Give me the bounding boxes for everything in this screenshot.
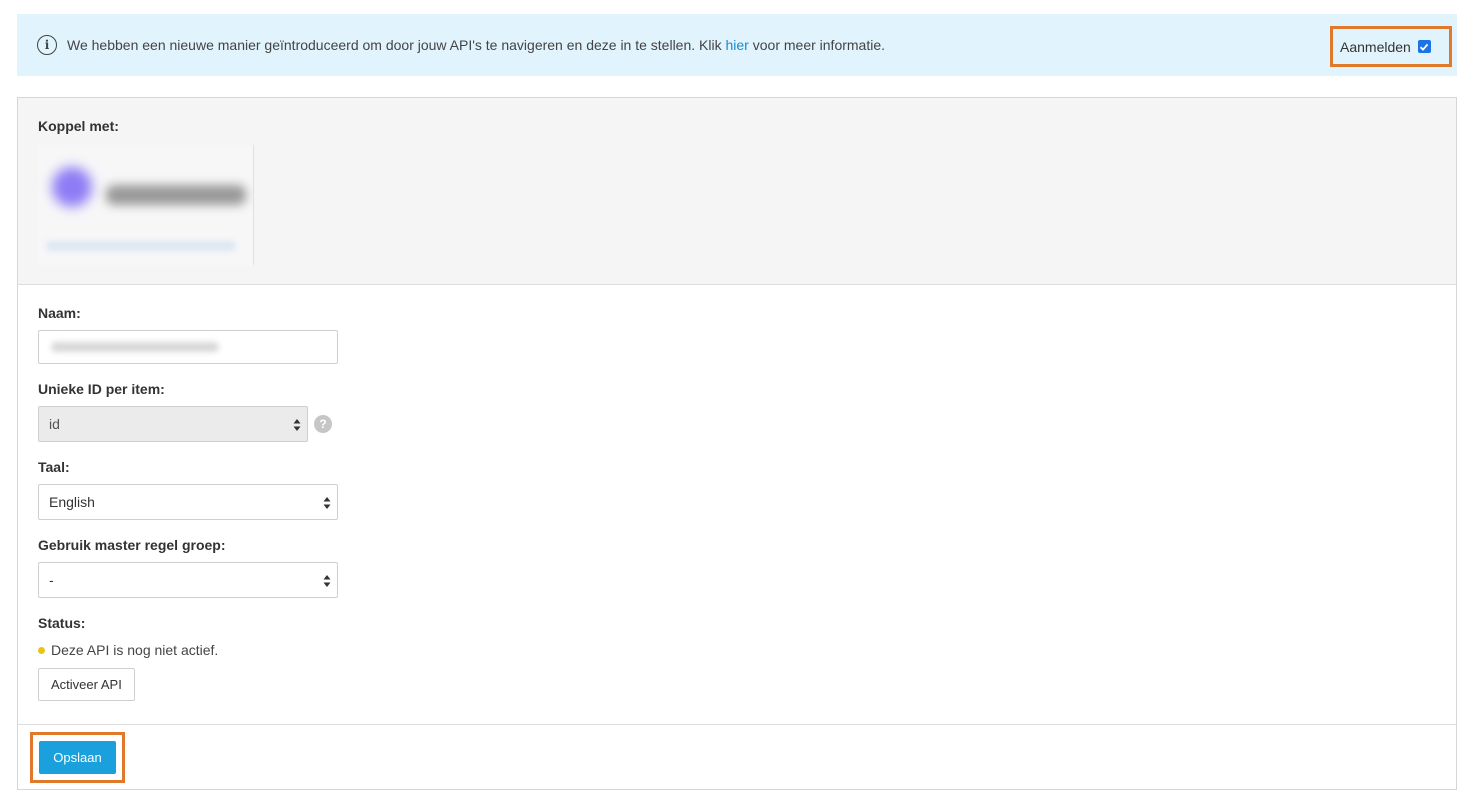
save-button[interactable]: Opslaan [39, 741, 116, 774]
name-input[interactable] [38, 330, 338, 364]
check-icon [1420, 43, 1429, 51]
status-text: Deze API is nog niet actief. [51, 642, 219, 658]
logo-caption [46, 241, 236, 251]
optin-label: Aanmelden [1340, 38, 1411, 55]
unique-id-label: Unieke ID per item: [38, 381, 165, 397]
logo-mark [52, 167, 92, 207]
name-value-redacted [51, 342, 219, 352]
sort-icon [323, 575, 331, 587]
connected-app-logo[interactable] [38, 145, 254, 265]
connect-label: Koppel met: [38, 118, 119, 134]
help-icon[interactable]: ? [314, 415, 332, 433]
settings-form: Naam: Unieke ID per item: id ? Taal: Eng… [18, 285, 1456, 701]
name-field-group: Naam: [38, 305, 1436, 364]
info-banner: i We hebben een nieuwe manier geïntroduc… [17, 14, 1457, 76]
sort-icon [323, 497, 331, 509]
master-rule-label: Gebruik master regel groep: [38, 537, 226, 553]
info-icon: i [37, 35, 57, 55]
activate-api-button[interactable]: Activeer API [38, 668, 135, 701]
master-rule-value: - [49, 572, 54, 588]
master-rule-field-group: Gebruik master regel groep: - [38, 537, 1436, 598]
language-label: Taal: [38, 459, 70, 475]
language-field-group: Taal: English [38, 459, 1436, 520]
optin-control[interactable]: Aanmelden [1330, 26, 1452, 67]
connect-section: Koppel met: [18, 98, 1456, 285]
master-rule-select[interactable]: - [38, 562, 338, 598]
banner-message: We hebben een nieuwe manier geïntroducee… [67, 37, 886, 53]
name-label: Naam: [38, 305, 81, 321]
sort-icon [293, 419, 301, 431]
unique-id-select[interactable]: id [38, 406, 308, 442]
status-dot-icon [38, 646, 45, 654]
status-label: Status: [38, 615, 86, 631]
status-indicator: Deze API is nog niet actief. [38, 642, 1436, 658]
unique-id-field-group: Unieke ID per item: id ? [38, 381, 1436, 442]
language-value: English [49, 494, 95, 510]
status-field-group: Status: Deze API is nog niet actief. Act… [38, 615, 1436, 701]
language-select[interactable]: English [38, 484, 338, 520]
api-settings-card: Koppel met: Naam: Unieke ID per item: id [17, 97, 1457, 790]
logo-wordmark [106, 185, 246, 205]
optin-checkbox[interactable] [1417, 40, 1431, 53]
unique-id-value: id [49, 416, 60, 432]
save-highlight: Opslaan [30, 732, 125, 783]
card-footer: Opslaan [18, 724, 1456, 789]
info-link[interactable]: hier [726, 37, 749, 53]
